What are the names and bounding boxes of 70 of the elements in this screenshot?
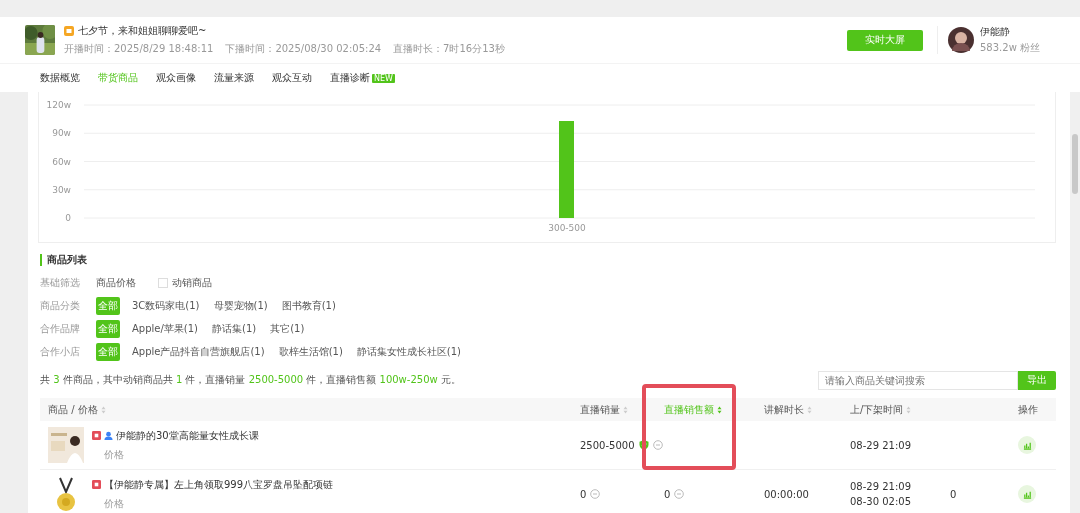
column-header[interactable]: 商品 / 价格 [48, 402, 106, 417]
checkbox[interactable] [158, 277, 168, 288]
minus-circle-icon [590, 489, 601, 499]
meta-text: 直播时长：7时16分13秒 [393, 42, 505, 56]
y-tick-label: 60w [52, 156, 71, 167]
table-cell: 0 [664, 488, 671, 500]
bar-chart-icon [1022, 440, 1032, 450]
filter-label: 商品分类 [40, 298, 81, 313]
filter-option[interactable]: Apple产品抖音自营旗舰店(1) [130, 342, 267, 361]
tab[interactable]: 观众互动 [272, 71, 312, 85]
tab[interactable]: 数据概览 [40, 71, 80, 85]
y-tick-label: 30w [52, 184, 71, 195]
sort-icon [807, 405, 812, 414]
price-text: 价格 [103, 447, 125, 462]
column-header[interactable]: 讲解时长 [764, 402, 812, 417]
minus-circle-icon [652, 440, 663, 450]
filter-option[interactable]: Apple/苹果(1) [130, 319, 200, 338]
column-header[interactable]: 上/下架时间 [850, 402, 912, 417]
sort-icon [623, 405, 628, 414]
table-cell: 08-29 21:09 [850, 481, 912, 492]
sort-icon [100, 405, 106, 414]
section-title: 商品列表 [47, 253, 87, 267]
shop-tag-icon [92, 431, 101, 440]
sort-icon [906, 405, 912, 414]
anchor-name: 伊能静 [980, 25, 1011, 39]
filter-option[interactable]: 歌梓生活馆(1) [276, 342, 345, 361]
y-tick-label: 90w [52, 128, 71, 139]
shop-icon [64, 26, 74, 36]
column-header[interactable]: 直播销量 [580, 402, 628, 417]
filter-option[interactable]: 其它(1) [268, 319, 307, 338]
column-header[interactable]: 操作 [1018, 402, 1038, 417]
sort-icon [717, 405, 722, 414]
filter-option[interactable]: 静话集女性成长社区(1) [354, 342, 463, 361]
filter-label: 合作品牌 [40, 321, 81, 336]
filter-option[interactable]: 3C数码家电(1) [130, 296, 202, 315]
filter-option[interactable]: 静话集(1) [210, 319, 259, 338]
bar-chart-icon [1022, 489, 1032, 499]
table-cell: 08-29 21:09 [850, 439, 912, 451]
meta-text: 下播时间：2025/08/30 02:05:24 [225, 42, 382, 56]
table-cell: 0 [580, 488, 587, 500]
product-title[interactable]: 【伊能静专属】左上角领取999八宝罗盘吊坠配项链 [104, 477, 334, 492]
meta-text: 开播时间：2025/8/29 18:48:11 [64, 42, 214, 56]
minus-circle-icon [674, 489, 685, 499]
avatar [948, 27, 974, 53]
summary-text: 共 3 件商品，其中动销商品共 1 件，直播销量 2500-5000 件，直播销售额 100w-250w 元。 [40, 373, 462, 387]
checkbox-label: 动销商品 [172, 275, 212, 290]
table-cell: 2500-5000 [580, 439, 635, 451]
tab[interactable]: 直播诊断 NEW [330, 71, 395, 85]
x-tick-label: 300-500 [548, 223, 586, 233]
filter-option[interactable]: 母婴宠物(1) [211, 296, 270, 315]
price-filter[interactable]: 商品价格 [96, 275, 136, 290]
search-field[interactable]: 请输入商品关键词搜索 [818, 370, 1018, 390]
fans-count: 583.2w 粉丝 [980, 41, 1041, 55]
new-badge: NEW [372, 73, 395, 83]
table-cell: 00:00:00 [764, 488, 809, 500]
chart-button[interactable] [1018, 485, 1036, 503]
table-cell: 08-30 02:05 [850, 496, 912, 507]
y-tick-label: 120w [46, 100, 71, 110]
shop-tag-icon [92, 480, 101, 489]
chart-button[interactable] [1018, 436, 1036, 454]
tab[interactable]: 流量来源 [214, 71, 254, 85]
filter-option[interactable]: 图书教育(1) [279, 296, 338, 315]
filter-label: 基础筛选 [40, 275, 81, 290]
table-cell: 0 [950, 488, 957, 500]
filter-label: 合作小店 [40, 344, 81, 359]
tab[interactable]: 观众画像 [156, 71, 196, 85]
product-title[interactable]: 伊能静的30堂高能量女性成长课 [116, 428, 259, 443]
y-tick-label: 0 [65, 213, 71, 223]
live-title: 七夕节，来和姐姐聊聊爱吧~ [78, 24, 207, 38]
price-text: 价格 [103, 496, 125, 511]
